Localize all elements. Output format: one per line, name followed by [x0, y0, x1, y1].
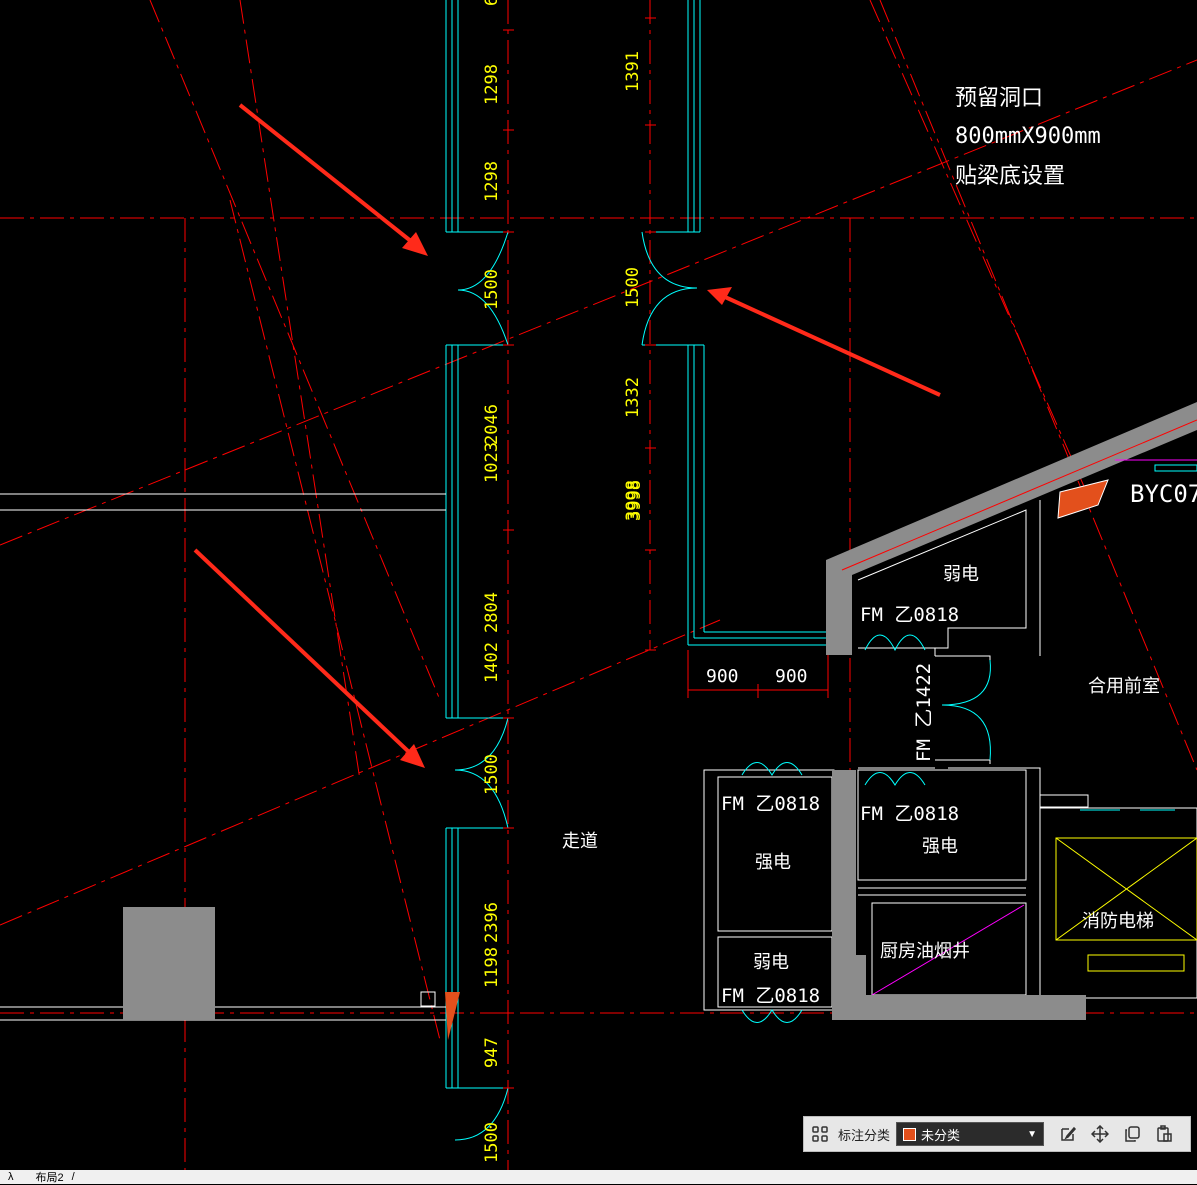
paste-icon[interactable]: [1151, 1121, 1177, 1147]
dim-left-10: 2396: [482, 902, 502, 943]
dim-mid-2: 1332: [623, 377, 643, 418]
dim-left-7: 2804: [482, 592, 502, 633]
category-label: 标注分类: [838, 1127, 891, 1143]
label-weak-room-top: 弱电: [943, 564, 979, 584]
tab-prev[interactable]: λ: [8, 1171, 14, 1183]
category-value: 未分类: [921, 1127, 961, 1143]
annotation-toolbar: 标注分类 未分类 ▼: [803, 1116, 1191, 1152]
label-kitchen-shaft: 厨房油烟井: [880, 941, 970, 961]
dim-left-2: 1298: [482, 161, 502, 202]
label-fm-top: FM 乙0818: [860, 604, 959, 626]
edit-icon[interactable]: [1055, 1121, 1081, 1147]
dim-left-12: 1500: [482, 1122, 502, 1163]
dimensions-left: 6 1298 1298 1500 1023 2046 1402 2804 150…: [482, 0, 502, 1163]
dim-left-4: 1023: [482, 442, 502, 483]
dim-left-9: 1198: [482, 947, 502, 988]
dim-left-5: 2046: [482, 404, 502, 445]
dimension-ticks-mid: [645, 17, 829, 698]
note-line-3: 贴梁底设置: [955, 163, 1065, 188]
label-strong-left: 强电: [755, 852, 791, 872]
label-byc: BYC07: [1130, 480, 1197, 508]
column-block: [123, 907, 215, 1020]
move-icon[interactable]: [1087, 1121, 1113, 1147]
label-fire-elevator: 消防电梯: [1082, 911, 1154, 931]
category-select[interactable]: 未分类 ▼: [896, 1122, 1045, 1146]
cad-drawing-canvas[interactable]: 6 1298 1298 1500 1023 2046 1402 2804 150…: [0, 0, 1197, 1170]
tab-separator: /: [71, 1171, 75, 1183]
layout-tab-bar: λ 布局2 /: [0, 1170, 1197, 1184]
tab-layout-2[interactable]: 布局2: [36, 1169, 64, 1185]
dim-bottom-0: 900: [706, 666, 739, 687]
dim-left-1: 1298: [482, 64, 502, 105]
note-line-2: 800mmX900mm: [955, 124, 1101, 149]
dim-mid-0: 1391: [623, 51, 643, 92]
dim-mid-4: 3998: [625, 480, 645, 521]
dim-left-0: 6: [482, 0, 502, 6]
label-weak-left: 弱电: [753, 952, 789, 972]
label-fm-left-bottom: FM 乙0818: [721, 985, 820, 1007]
dim-left-8: 1500: [482, 754, 502, 795]
label-shared-lobby: 合用前室: [1088, 676, 1160, 696]
wall-mid-column: [641, 0, 828, 646]
dim-bottom-1: 900: [775, 666, 808, 687]
copy-icon[interactable]: [1119, 1121, 1145, 1147]
white-lines: [0, 493, 446, 1021]
chevron-down-icon: ▼: [1027, 1128, 1038, 1140]
dim-left-6: 1402: [482, 642, 502, 683]
dim-left-11: 947: [482, 1037, 502, 1068]
note-reserved-opening: 预留洞口 800mmX900mm 贴梁底设置: [955, 85, 1101, 188]
dim-left-3: 1500: [482, 269, 502, 310]
grid-icon[interactable]: [807, 1121, 833, 1147]
dim-mid-1: 1500: [623, 267, 643, 308]
label-corridor: 走道: [562, 831, 598, 851]
note-line-1: 预留洞口: [955, 85, 1043, 110]
dimensions-bottom: 900 900: [706, 666, 808, 687]
label-fm-left-top: FM 乙0818: [721, 793, 820, 815]
label-fm-right-mid: FM 乙0818: [860, 803, 959, 825]
label-door-vertical: FM 乙1422: [913, 663, 935, 762]
label-strong-right: 强电: [922, 836, 958, 856]
category-color-swatch: [903, 1127, 917, 1141]
dimensions-mid: 1391 1500 1332 3998 3998: [623, 51, 645, 521]
